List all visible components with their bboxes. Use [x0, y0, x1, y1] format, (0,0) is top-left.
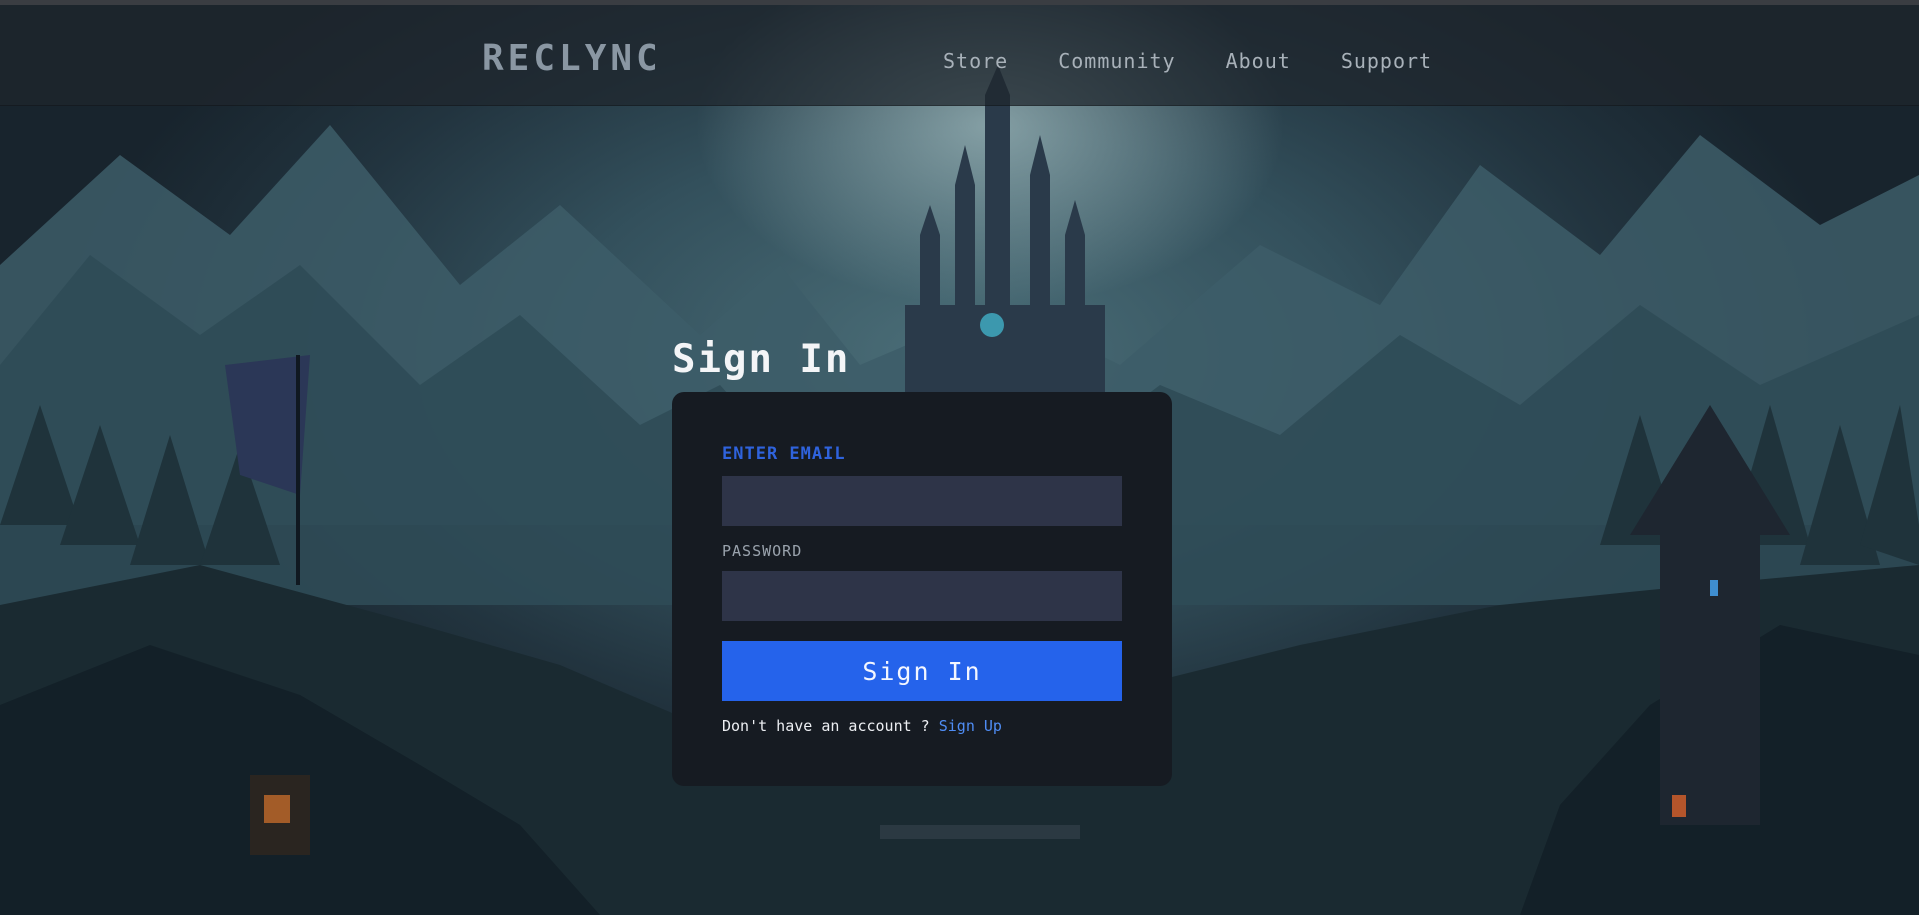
top-navbar: RECLYNC Store Community About Support — [0, 5, 1919, 106]
sign-in-button[interactable]: Sign In — [722, 641, 1122, 701]
brand-logo[interactable]: RECLYNC — [482, 38, 662, 79]
page-title: Sign In — [672, 337, 851, 382]
password-field[interactable] — [722, 571, 1122, 621]
password-label: PASSWORD — [722, 542, 803, 560]
signup-prompt: Don't have an account ? Sign Up — [722, 717, 1002, 735]
sign-up-link[interactable]: Sign Up — [939, 717, 1002, 735]
email-field[interactable] — [722, 476, 1122, 526]
signin-card: ENTER EMAIL PASSWORD Sign In Don't have … — [672, 392, 1172, 786]
nav-links: Store Community About Support — [943, 49, 1432, 73]
no-account-text: Don't have an account ? — [722, 717, 939, 735]
nav-item-about[interactable]: About — [1226, 49, 1291, 73]
nav-item-store[interactable]: Store — [943, 49, 1008, 73]
email-label: ENTER EMAIL — [722, 444, 846, 464]
nav-item-community[interactable]: Community — [1058, 49, 1175, 73]
nav-item-support[interactable]: Support — [1341, 49, 1432, 73]
